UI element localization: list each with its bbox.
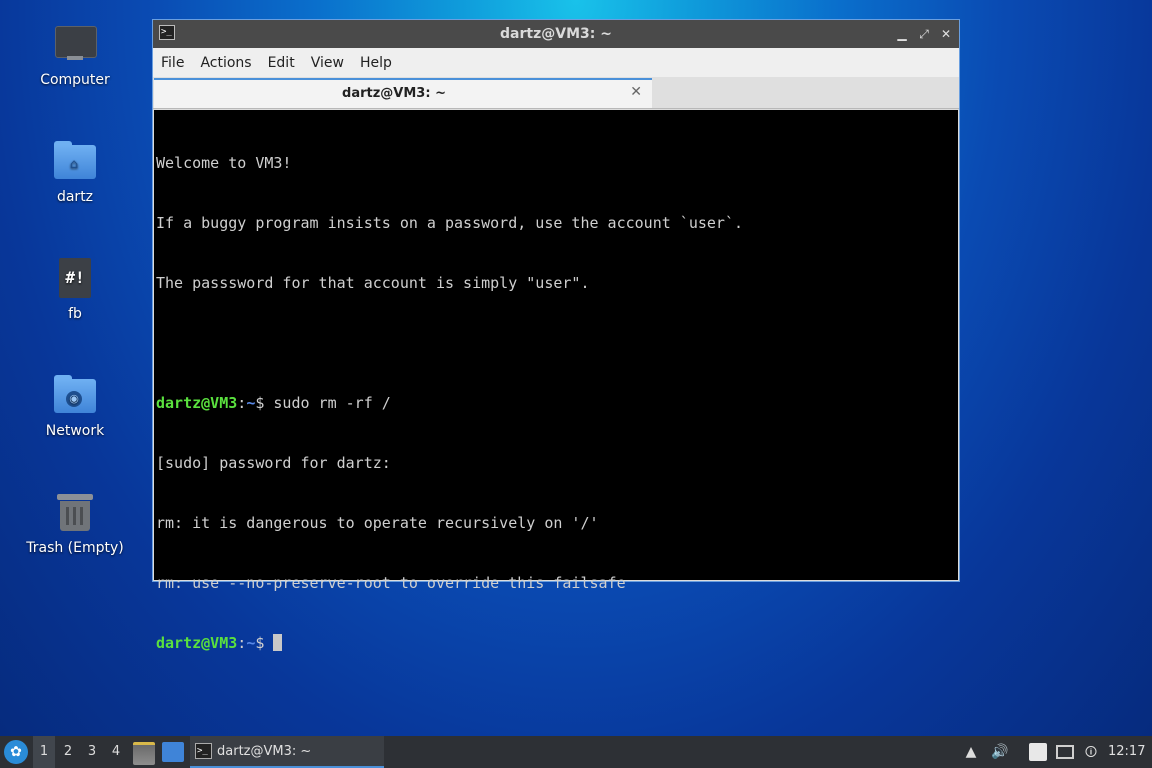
- clipboard-icon[interactable]: [1029, 743, 1047, 761]
- desktop-icon-network[interactable]: ◉ Network: [20, 373, 130, 439]
- workspace-2[interactable]: 2: [57, 736, 79, 768]
- notification-icon[interactable]: 🛈: [1082, 743, 1100, 761]
- desktop-icon-label: Trash (Empty): [26, 540, 124, 556]
- network-folder-icon: ◉: [53, 373, 97, 417]
- menu-help[interactable]: Help: [352, 48, 400, 71]
- window-title: dartz@VM3: ~: [500, 26, 612, 42]
- tab-close-icon[interactable]: ✕: [630, 84, 642, 100]
- terminal-prompt-line: dartz@VM3:~$: [156, 633, 958, 653]
- desktop-icon-label: Network: [45, 423, 105, 439]
- file-manager-launcher-icon[interactable]: [133, 742, 155, 765]
- minimize-button[interactable]: ▁: [893, 26, 911, 42]
- prompt-user: dartz@VM3: [156, 394, 238, 412]
- terminal-line: If a buggy program insists on a password…: [156, 214, 743, 232]
- desktop-icon-home-folder[interactable]: ⌂ dartz: [20, 139, 130, 205]
- prompt-sigil: $: [255, 394, 274, 412]
- prompt-user: dartz@VM3: [156, 634, 238, 652]
- start-menu-icon: ✿: [10, 744, 22, 760]
- prompt-separator: :: [237, 634, 247, 652]
- terminal-task-icon: >_: [195, 743, 212, 759]
- show-desktop-icon[interactable]: [162, 742, 184, 762]
- terminal-line: Welcome to VM3!: [156, 154, 292, 172]
- desktop-icon-trash[interactable]: Trash (Empty): [20, 490, 130, 556]
- desktop-icon-label: fb: [68, 306, 82, 322]
- menubar: File Actions Edit View Help: [153, 48, 959, 77]
- terminal-line: [sudo] password for dartz:: [156, 454, 391, 472]
- terminal-tab[interactable]: dartz@VM3: ~ ✕: [154, 78, 652, 108]
- start-menu-button[interactable]: ✿: [4, 740, 28, 764]
- script-file-icon: #!: [53, 256, 97, 300]
- desktop-icon-script[interactable]: #! fb: [20, 256, 130, 322]
- desktop-icon-label: dartz: [56, 189, 94, 205]
- terminal-line: rm: it is dangerous to operate recursive…: [156, 514, 599, 532]
- minimize-icon: ▁: [897, 27, 907, 41]
- menu-edit[interactable]: Edit: [260, 48, 303, 71]
- text-cursor: [273, 634, 283, 651]
- maximize-button[interactable]: ⤢: [915, 26, 933, 42]
- taskbar-terminal-task[interactable]: >_ dartz@VM3: ~: [190, 736, 384, 768]
- terminal-line: rm: use --no-preserve-root to override t…: [156, 574, 626, 592]
- menu-file[interactable]: File: [153, 48, 192, 71]
- desktop-icon-computer[interactable]: Computer: [20, 22, 130, 88]
- clock[interactable]: 12:17: [1108, 744, 1145, 759]
- terminal-output[interactable]: Welcome to VM3! If a buggy program insis…: [154, 110, 958, 652]
- network-icon[interactable]: [1056, 745, 1074, 759]
- command-text: sudo rm -rf /: [273, 394, 391, 412]
- trash-icon: [53, 490, 97, 534]
- task-label: dartz@VM3: ~: [217, 744, 312, 759]
- desktop-icon-label: Computer: [40, 72, 110, 88]
- menu-actions[interactable]: Actions: [192, 48, 259, 71]
- volume-icon[interactable]: 🔊: [991, 743, 1009, 761]
- prompt-path: ~: [246, 634, 256, 652]
- terminal-command-line: dartz@VM3:~$ sudo rm -rf /: [156, 393, 958, 413]
- computer-icon: [53, 22, 97, 66]
- close-button[interactable]: ✕: [937, 26, 955, 42]
- close-icon: ✕: [940, 27, 952, 41]
- network-upload-icon[interactable]: ▲: [962, 743, 980, 761]
- maximize-icon: ⤢: [919, 27, 929, 41]
- prompt-path: ~: [246, 394, 256, 412]
- terminal-window: >_ dartz@VM3: ~ ▁ ⤢ ✕ File Actions Edit Vie…: [152, 19, 960, 652]
- workspace-1[interactable]: 1: [33, 736, 55, 768]
- taskbar: ✿ 1 2 3 4 >_ dartz@VM3: ~ ▲ 🔊 🛈 12:17: [0, 736, 1152, 768]
- tab-bar: dartz@VM3: ~ ✕: [153, 77, 959, 109]
- prompt-sigil: $: [255, 634, 274, 652]
- prompt-separator: :: [237, 394, 247, 412]
- home-folder-icon: ⌂: [53, 139, 97, 183]
- terminal-line: The passsword for that account is simply…: [156, 274, 590, 292]
- workspace-3[interactable]: 3: [81, 736, 103, 768]
- tab-label: dartz@VM3: ~: [342, 86, 446, 101]
- window-titlebar[interactable]: >_ dartz@VM3: ~ ▁ ⤢ ✕: [153, 20, 959, 48]
- workspace-4[interactable]: 4: [105, 736, 127, 768]
- menu-view[interactable]: View: [303, 48, 352, 71]
